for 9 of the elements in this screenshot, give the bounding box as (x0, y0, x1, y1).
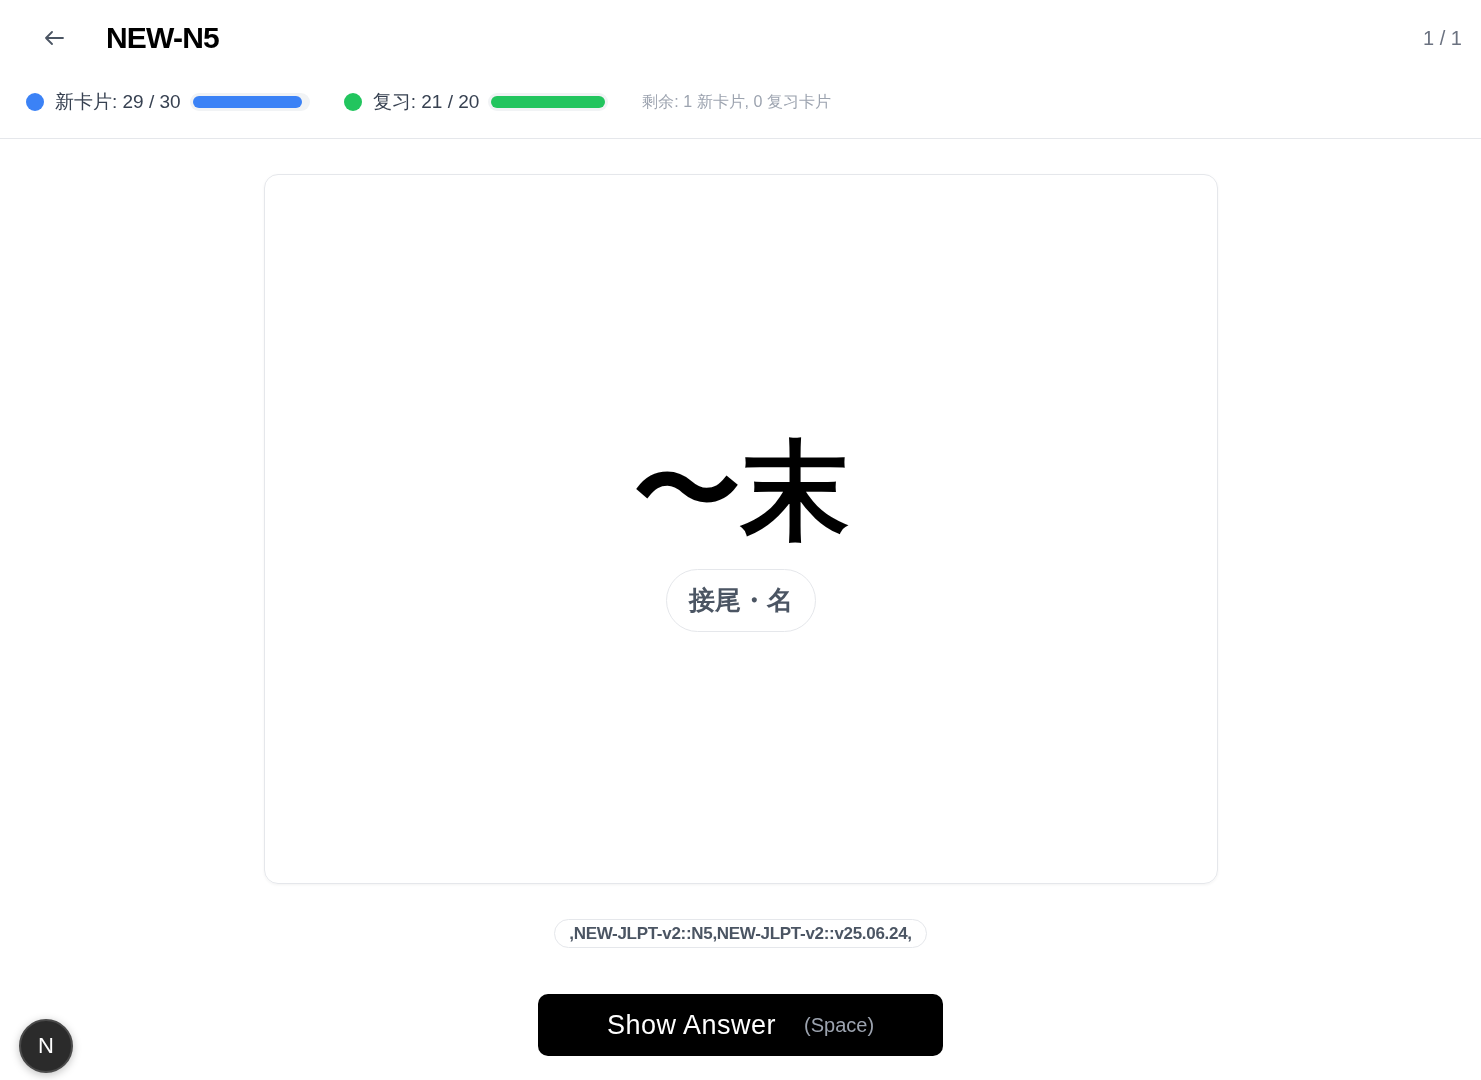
progress-label: 复习: 21 / 20 (372, 90, 480, 114)
deck-title: NEW-N5 (106, 21, 219, 55)
remaining-text: 剩余: 1 新卡片, 0 复习卡片 (642, 91, 831, 112)
show-answer-button[interactable]: Show Answer (Space) (538, 994, 943, 1056)
dev-badge-button[interactable]: N (19, 1019, 73, 1073)
card-word: 〜末 (632, 433, 849, 548)
card-counter: 1 / 1 (1423, 26, 1462, 50)
back-arrow-icon (44, 31, 64, 45)
progress-label: 新卡片: 29 / 30 (55, 90, 181, 114)
